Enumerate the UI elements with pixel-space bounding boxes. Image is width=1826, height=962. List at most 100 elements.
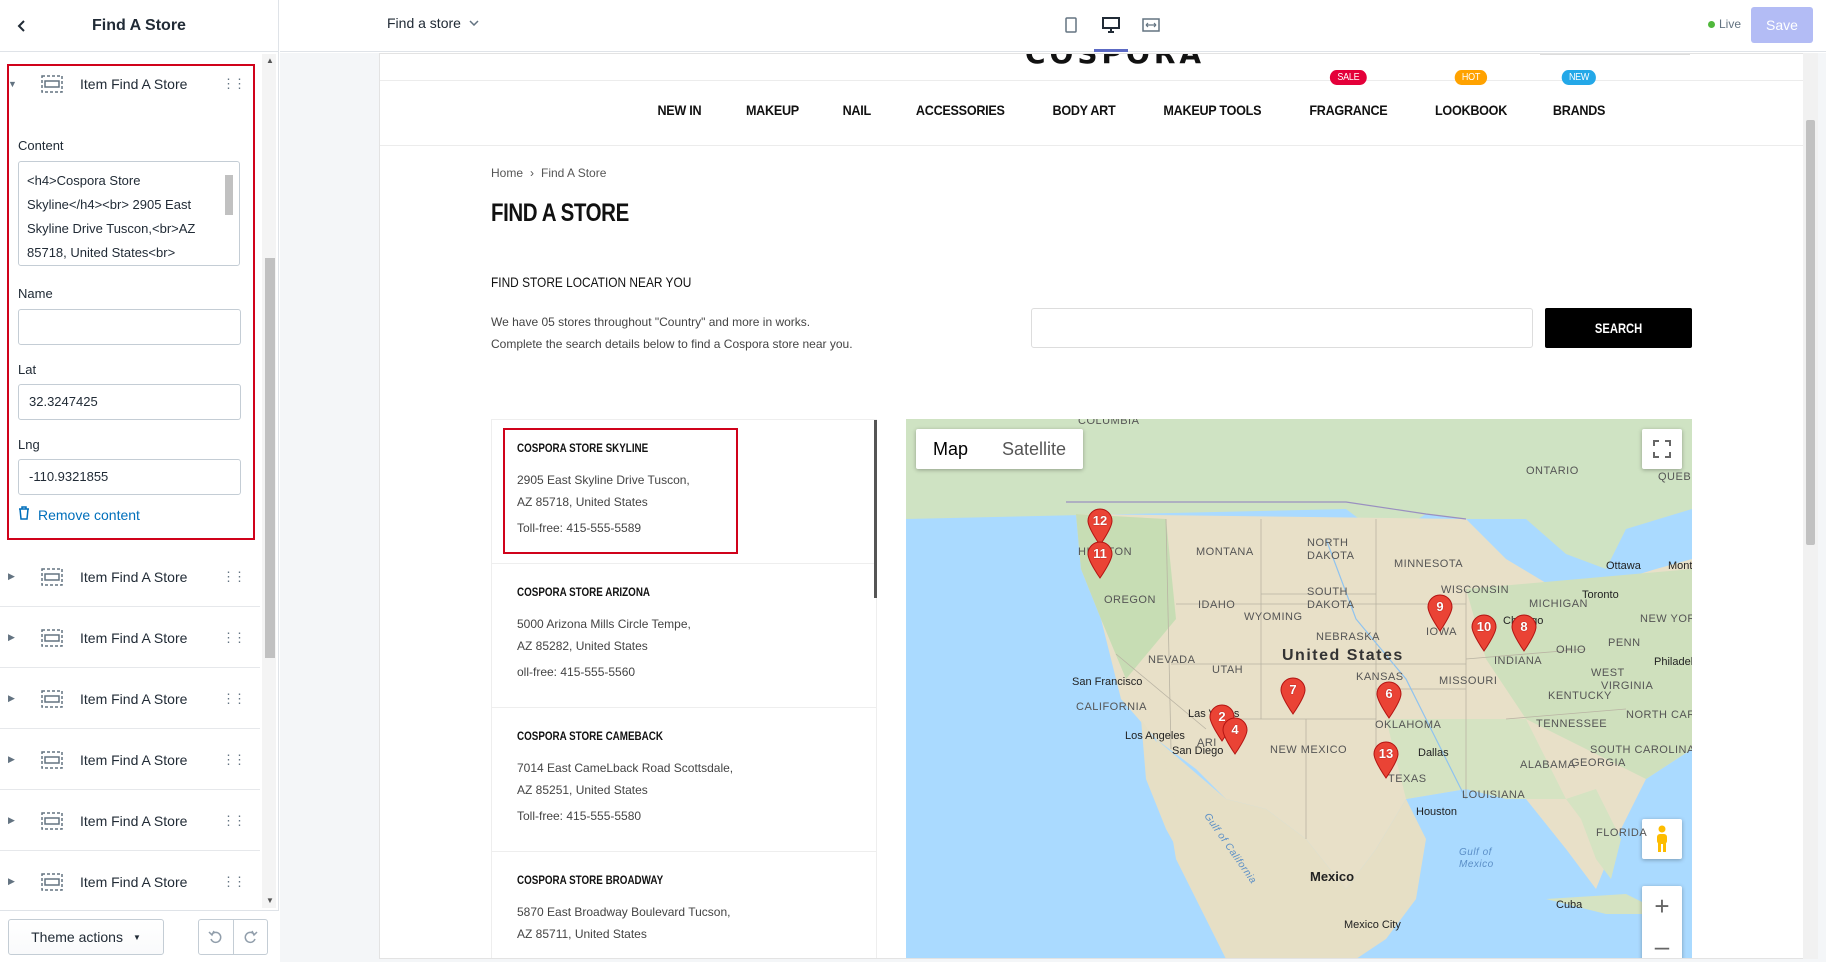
scroll-up-arrow-icon[interactable]: ▲: [265, 56, 275, 66]
block-item-label: Item Find A Store: [80, 873, 188, 890]
store-map[interactable]: Map Satellite + – COLUMBIA ONTARIO QUEBE…: [906, 419, 1692, 959]
map-label: NEW YORK: [1640, 613, 1692, 625]
preview-scrollbar-thumb[interactable]: [1806, 120, 1815, 545]
live-label: Live: [1719, 17, 1742, 31]
map-label: MONTANA: [1196, 546, 1254, 558]
main-navigation: NEW IN MAKEUP NAIL ACCESSORIES BODY ART …: [380, 70, 1803, 123]
map-pin-marker[interactable]: 7: [1280, 677, 1306, 715]
site-logo[interactable]: COSPORA: [1025, 54, 1205, 70]
caret-right-icon[interactable]: ▶: [8, 754, 20, 765]
fullscreen-icon: [1653, 440, 1671, 458]
desktop-view-button[interactable]: [1094, 12, 1128, 52]
map-label: UTAH: [1212, 664, 1244, 676]
drag-handle-icon[interactable]: ⋮⋮: [222, 630, 246, 646]
mobile-icon: [1065, 17, 1077, 33]
map-label: Mexico City: [1344, 919, 1401, 931]
drag-handle-icon[interactable]: ⋮⋮: [222, 569, 246, 585]
map-pin-marker[interactable]: 11: [1087, 541, 1113, 579]
map-pin-marker[interactable]: 10: [1471, 614, 1497, 652]
block-item[interactable]: ▶ Item Find A Store ⋮⋮: [0, 791, 260, 851]
store-item[interactable]: COSPORA STORE ARIZONA 5000 Arizona Mills…: [492, 564, 876, 708]
caret-right-icon[interactable]: ▶: [8, 815, 20, 826]
header-search-underline: [1540, 54, 1690, 55]
map-tab[interactable]: Map: [916, 429, 985, 469]
search-button-label: SEARCH: [1594, 320, 1643, 336]
map-label: Mont: [1668, 560, 1692, 572]
drag-handle-icon[interactable]: ⋮⋮: [222, 691, 246, 707]
expanded-block-item[interactable]: ▼ Item Find A Store ⋮⋮: [0, 54, 260, 114]
map-label: OKLAHOMA: [1375, 719, 1442, 731]
nav-item-fragrance[interactable]: Sale FRAGRANCE: [1310, 70, 1388, 123]
caret-down-icon[interactable]: ▼: [8, 79, 20, 89]
name-field[interactable]: [18, 309, 241, 345]
map-label: MICHIGAN: [1529, 598, 1588, 610]
nav-item-makeup-tools[interactable]: MAKEUP TOOLS: [1163, 102, 1261, 123]
street-view-button[interactable]: [1642, 819, 1682, 859]
nav-label: BODY ART: [1052, 102, 1116, 118]
search-button[interactable]: SEARCH: [1545, 308, 1692, 348]
caret-right-icon[interactable]: ▶: [8, 632, 20, 643]
nav-item-lookbook[interactable]: Hot LOOKBOOK: [1435, 70, 1507, 123]
redo-button[interactable]: [234, 920, 268, 954]
map-label: DAKOTA: [1307, 599, 1355, 611]
scroll-down-arrow-icon[interactable]: ▼: [265, 896, 275, 906]
zoom-controls: + –: [1642, 886, 1682, 959]
map-pin-marker[interactable]: 9: [1427, 594, 1453, 632]
undo-button[interactable]: [199, 920, 234, 954]
trash-icon: [18, 506, 30, 523]
map-pin-label: 7: [1289, 682, 1297, 697]
block-item[interactable]: ▶ Item Find A Store ⋮⋮: [0, 547, 260, 607]
map-label: Philadelp: [1654, 656, 1692, 668]
map-pin-marker[interactable]: 4: [1222, 717, 1248, 755]
lng-field[interactable]: -110.9321855: [18, 459, 241, 495]
map-pin-label: 10: [1476, 619, 1492, 634]
map-label: COLUMBIA: [1078, 419, 1140, 427]
map-label: OREGON: [1104, 594, 1156, 606]
drag-handle-icon[interactable]: ⋮⋮: [222, 752, 246, 768]
remove-content-link[interactable]: Remove content: [18, 506, 140, 523]
caret-right-icon[interactable]: ▶: [8, 876, 20, 887]
block-item[interactable]: ▶ Item Find A Store ⋮⋮: [0, 852, 260, 910]
map-pin-marker[interactable]: 8: [1511, 614, 1537, 652]
map-label: ALABAMA: [1520, 759, 1576, 771]
nav-item-body-art[interactable]: BODY ART: [1052, 102, 1115, 123]
chevron-left-icon: [17, 20, 25, 32]
caret-right-icon[interactable]: ▶: [8, 693, 20, 704]
store-search-input[interactable]: [1031, 308, 1533, 348]
satellite-tab[interactable]: Satellite: [985, 429, 1083, 469]
save-button[interactable]: Save: [1751, 7, 1813, 43]
nav-item-makeup[interactable]: MAKEUP: [746, 102, 799, 123]
page-selector[interactable]: Find a store: [387, 15, 479, 31]
nav-item-nail[interactable]: NAIL: [842, 102, 871, 123]
nav-item-new-in[interactable]: NEW IN: [657, 102, 701, 123]
drag-handle-icon[interactable]: ⋮⋮: [222, 874, 246, 890]
divider: [380, 145, 1803, 146]
mobile-view-button[interactable]: [1056, 12, 1086, 38]
fullscreen-button[interactable]: [1642, 429, 1682, 469]
store-item[interactable]: COSPORA STORE SKYLINE 2905 East Skyline …: [492, 420, 876, 564]
back-button[interactable]: [10, 14, 34, 38]
fullscreen-view-button[interactable]: [1136, 12, 1166, 38]
textarea-scrollbar[interactable]: [225, 175, 233, 215]
zoom-in-button[interactable]: +: [1642, 886, 1682, 926]
block-item[interactable]: ▶ Item Find A Store ⋮⋮: [0, 730, 260, 790]
drag-handle-icon[interactable]: ⋮⋮: [222, 76, 246, 92]
nav-item-accessories[interactable]: ACCESSORIES: [916, 102, 1005, 123]
lat-field[interactable]: 32.3247425: [18, 384, 241, 420]
nav-item-brands[interactable]: New BRANDS: [1553, 70, 1605, 123]
zoom-out-button[interactable]: –: [1642, 926, 1682, 959]
store-list-scrollbar[interactable]: [874, 420, 877, 598]
sidebar-scrollbar-thumb[interactable]: [265, 258, 275, 658]
block-item[interactable]: ▶ Item Find A Store ⋮⋮: [0, 608, 260, 668]
store-item[interactable]: COSPORA STORE BROADWAY 5870 East Broadwa…: [492, 852, 876, 958]
theme-actions-button[interactable]: Theme actions ▼: [8, 919, 164, 955]
drag-handle-icon[interactable]: ⋮⋮: [222, 813, 246, 829]
store-item[interactable]: COSPORA STORE CAMEBACK 7014 East CameLba…: [492, 708, 876, 852]
block-item[interactable]: ▶ Item Find A Store ⋮⋮: [0, 669, 260, 729]
caret-right-icon[interactable]: ▶: [8, 571, 20, 582]
map-pin-marker[interactable]: 6: [1376, 681, 1402, 719]
map-pin-marker[interactable]: 13: [1373, 741, 1399, 779]
map-label: Dallas: [1418, 747, 1449, 759]
breadcrumb-home-link[interactable]: Home: [491, 166, 523, 180]
content-textarea[interactable]: <h4>Cospora Store Skyline</h4><br> 2905 …: [18, 161, 240, 266]
